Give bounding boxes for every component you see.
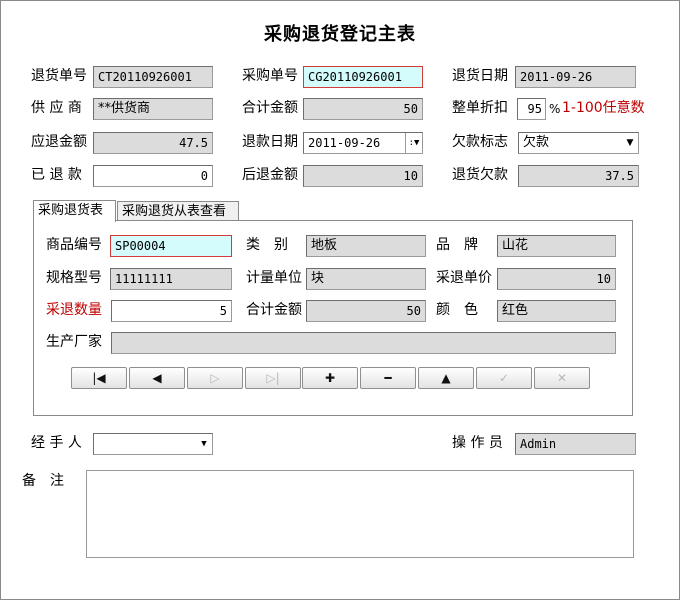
color-label: 颜 色 [436, 302, 478, 318]
discount-hint: 1-100任意数 [562, 100, 645, 116]
product-code-label: 商品编号 [46, 237, 102, 253]
manufacturer-field[interactable] [111, 332, 616, 354]
amount-field[interactable]: 50 [306, 300, 426, 322]
discount-field[interactable]: 95 [517, 98, 546, 120]
operator-label: 操 作 员 [452, 435, 503, 451]
brand-label: 品 牌 [436, 237, 478, 253]
unit-price-label: 采退单价 [436, 270, 492, 286]
chevron-down-icon[interactable]: ▼ [622, 133, 638, 153]
return-qty-field[interactable]: 5 [111, 300, 232, 322]
edit-button[interactable]: ▲ [418, 367, 474, 389]
cancel-button[interactable]: ✕ [534, 367, 590, 389]
edit-icon: ▲ [441, 371, 451, 385]
discount-unit: % [549, 102, 561, 116]
brand-field[interactable]: 山花 [497, 235, 616, 257]
refund-date-value: 2011-09-26 [308, 136, 381, 150]
handler-select[interactable]: ▼ [93, 433, 213, 455]
refund-due-label: 应退金额 [31, 134, 87, 150]
after-amount-label: 后退金额 [242, 167, 298, 183]
page-title: 采购退货登记主表 [264, 24, 416, 45]
debt-flag-label: 欠款标志 [452, 134, 508, 150]
debt-flag-value: 欠款 [523, 135, 550, 150]
color-field[interactable]: 红色 [497, 300, 616, 322]
tab-purchase-return-detail[interactable]: 采购退货从表查看 [117, 201, 239, 222]
refund-due-field[interactable]: 47.5 [93, 132, 213, 154]
spec-field[interactable]: 11111111 [110, 268, 232, 290]
return-date-field[interactable]: 2011-09-26 [515, 66, 636, 88]
confirm-icon: ✓ [498, 371, 510, 385]
discount-label: 整单折扣 [452, 100, 508, 116]
return-debt-label: 退货欠款 [452, 167, 508, 183]
after-amount-field[interactable]: 10 [303, 165, 423, 187]
refunded-label: 已 退 款 [31, 167, 82, 183]
first-button[interactable]: |◀ [71, 367, 127, 389]
confirm-button[interactable]: ✓ [476, 367, 532, 389]
memo-textarea[interactable] [86, 470, 634, 558]
purchase-no-label: 采购单号 [242, 68, 298, 84]
category-field[interactable]: 地板 [306, 235, 426, 257]
total-label: 合计金额 [242, 100, 298, 116]
return-debt-field[interactable]: 37.5 [518, 165, 639, 187]
supplier-field[interactable]: **供货商 [93, 98, 213, 120]
return-date-label: 退货日期 [452, 68, 508, 84]
tab-purchase-return[interactable]: 采购退货表 [33, 200, 116, 222]
debt-flag-select[interactable]: 欠款 ▼ [518, 132, 639, 154]
last-icon: ▷| [266, 371, 280, 385]
add-button[interactable]: ✚ [302, 367, 358, 389]
operator-field[interactable]: Admin [515, 433, 636, 455]
total-field[interactable]: 50 [303, 98, 423, 120]
unit-price-field[interactable]: 10 [497, 268, 616, 290]
manufacturer-label: 生产厂家 [46, 334, 102, 350]
return-no-field[interactable]: CT20110926001 [93, 66, 213, 88]
delete-icon: ━ [384, 371, 392, 385]
first-icon: |◀ [92, 371, 106, 385]
return-no-label: 退货单号 [31, 68, 87, 84]
category-label: 类 别 [246, 237, 288, 253]
refund-date-picker[interactable]: 2011-09-26 :▼ [303, 132, 423, 154]
last-button[interactable]: ▷| [245, 367, 301, 389]
cancel-icon: ✕ [556, 371, 568, 385]
memo-label: 备 注 [22, 473, 64, 489]
unit-field[interactable]: 块 [306, 268, 426, 290]
handler-label: 经 手 人 [31, 435, 82, 451]
add-icon: ✚ [324, 371, 336, 385]
spec-label: 规格型号 [46, 270, 102, 286]
supplier-label: 供 应 商 [31, 100, 82, 116]
amount-label: 合计金额 [246, 302, 302, 318]
product-code-field[interactable]: SP00004 [110, 235, 232, 257]
refunded-field[interactable]: 0 [93, 165, 213, 187]
refund-date-label: 退款日期 [242, 134, 298, 150]
return-qty-label: 采退数量 [46, 302, 102, 318]
prev-button[interactable]: ◀ [129, 367, 185, 389]
prev-icon: ◀ [152, 371, 162, 385]
purchase-no-field[interactable]: CG20110926001 [303, 66, 423, 88]
unit-label: 计量单位 [246, 270, 302, 286]
delete-button[interactable]: ━ [360, 367, 416, 389]
next-button[interactable]: ▷ [187, 367, 243, 389]
chevron-down-icon[interactable]: ▼ [196, 434, 212, 454]
next-icon: ▷ [210, 371, 220, 385]
chevron-down-icon[interactable]: :▼ [405, 133, 422, 153]
